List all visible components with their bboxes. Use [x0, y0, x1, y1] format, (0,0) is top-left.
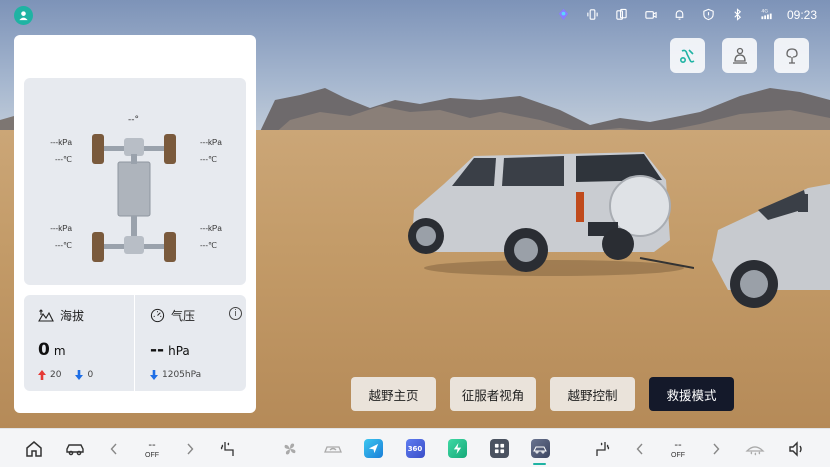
right-temp-display: -- OFF: [671, 439, 685, 459]
signal-4g-icon: 4G: [759, 7, 774, 22]
chassis-diagram: --° ---kPa ---℃ ---kPa ---℃ ---kPa ---℃: [24, 78, 246, 285]
steering-angle: --°: [128, 115, 139, 125]
tow-vehicle: [712, 184, 830, 308]
fan-icon: [284, 443, 296, 454]
lightning-icon: [447, 439, 467, 458]
pressure-title: 气压: [171, 309, 196, 323]
bluetooth-icon[interactable]: [730, 7, 745, 22]
chevron-left-icon: [110, 443, 117, 454]
vehicle-info-panel: --° ---kPa ---℃ ---kPa ---℃ ---kPa ---℃: [14, 35, 256, 413]
front-left-tire: ---kPa ---℃: [50, 138, 72, 164]
barometer-icon: [150, 308, 165, 323]
assistant-icon[interactable]: [556, 7, 571, 22]
right-temp-up-button[interactable]: [710, 429, 722, 467]
user-avatar[interactable]: [14, 6, 33, 25]
status-bar: 4G 09:23: [0, 0, 830, 30]
mode-rescue[interactable]: 救援模式: [649, 377, 734, 411]
arrow-up-icon: [38, 370, 46, 380]
driver-seat-icon: [732, 47, 747, 64]
air-circulation-button[interactable]: [322, 429, 344, 467]
altitude-section: 海拔 0m 20 0: [38, 307, 93, 380]
pressure-value: -- hPa: [150, 340, 190, 360]
right-temp-down-button[interactable]: [634, 429, 646, 467]
driver-seat-button[interactable]: [722, 38, 757, 73]
app-grid-icon: [489, 439, 509, 458]
arrow-down-icon: [75, 370, 84, 380]
left-temp-display: -- OFF: [145, 439, 159, 459]
car-icon: [66, 443, 84, 455]
camera-360-icon: 360: [405, 439, 425, 458]
navigation-app[interactable]: [362, 429, 384, 467]
altitude-trend: 20 0: [38, 370, 93, 380]
environment-info: 海拔 0m 20 0 气压 -- hPa 1205hPa i: [24, 295, 246, 391]
altitude-value: 0m: [38, 340, 66, 360]
left-temp-down-button[interactable]: [108, 429, 120, 467]
seat-heat-icon: [220, 441, 234, 456]
front-right-tire: ---kPa ---℃: [200, 138, 222, 164]
suv-vehicle: [408, 152, 694, 276]
vibrate-icon[interactable]: [585, 7, 600, 22]
vehicle-button[interactable]: [64, 429, 86, 467]
left-temp-up-button[interactable]: [184, 429, 196, 467]
seat-heat-icon: [596, 441, 610, 456]
user-icon: [19, 11, 28, 21]
bottom-dock: -- OFF 360 -- OFF: [0, 428, 830, 467]
altitude-icon: [38, 308, 54, 322]
defrost-icon: [745, 445, 765, 455]
arrow-down-icon: [150, 370, 158, 380]
mode-offroad-home[interactable]: 越野主页: [351, 377, 436, 411]
tow-hook-button[interactable]: [670, 38, 705, 73]
altitude-title: 海拔: [60, 309, 85, 323]
bell-icon[interactable]: [672, 7, 687, 22]
air-circulation-icon: [324, 445, 342, 453]
camera-icon[interactable]: [643, 7, 658, 22]
tow-hook-icon: [679, 48, 694, 63]
left-seat-heat-button[interactable]: [218, 429, 238, 467]
defrost-button[interactable]: [744, 429, 766, 467]
navigation-icon: [363, 439, 383, 458]
offroad-app-icon: [530, 439, 550, 458]
camera-360-app[interactable]: 360: [404, 429, 426, 467]
shield-icon[interactable]: [701, 7, 716, 22]
offroad-app[interactable]: [529, 429, 551, 467]
chevron-right-icon: [713, 443, 720, 454]
chevron-right-icon: [187, 443, 194, 454]
mode-offroad-control[interactable]: 越野控制: [550, 377, 635, 411]
info-icon[interactable]: i: [229, 307, 242, 320]
pressure-trend: 1205hPa: [150, 370, 201, 380]
info-divider: [134, 295, 135, 391]
home-icon: [26, 440, 42, 457]
rear-left-tire: ---kPa ---℃: [50, 224, 72, 250]
app-grid-button[interactable]: [488, 429, 510, 467]
chevron-left-icon: [636, 443, 643, 454]
clock: 09:23: [786, 8, 817, 22]
volume-button[interactable]: [786, 429, 806, 467]
tree-recovery-button[interactable]: [774, 38, 809, 73]
energy-app[interactable]: [446, 429, 468, 467]
fan-button[interactable]: [280, 429, 300, 467]
speaker-icon: [789, 440, 802, 457]
mode-conqueror-view[interactable]: 征服者视角: [450, 377, 536, 411]
tree-recovery-icon: [785, 47, 798, 64]
pressure-section: 气压 -- hPa 1205hPa: [150, 307, 201, 380]
svg-text:4G: 4G: [761, 9, 768, 15]
home-button[interactable]: [24, 429, 44, 467]
rear-right-tire: ---kPa ---℃: [200, 224, 222, 250]
right-seat-heat-button[interactable]: [592, 429, 612, 467]
active-app-indicator: [533, 463, 546, 465]
phone-mirror-icon[interactable]: [614, 7, 629, 22]
chassis-drawing: [92, 134, 176, 262]
status-icons: 4G: [556, 7, 774, 22]
